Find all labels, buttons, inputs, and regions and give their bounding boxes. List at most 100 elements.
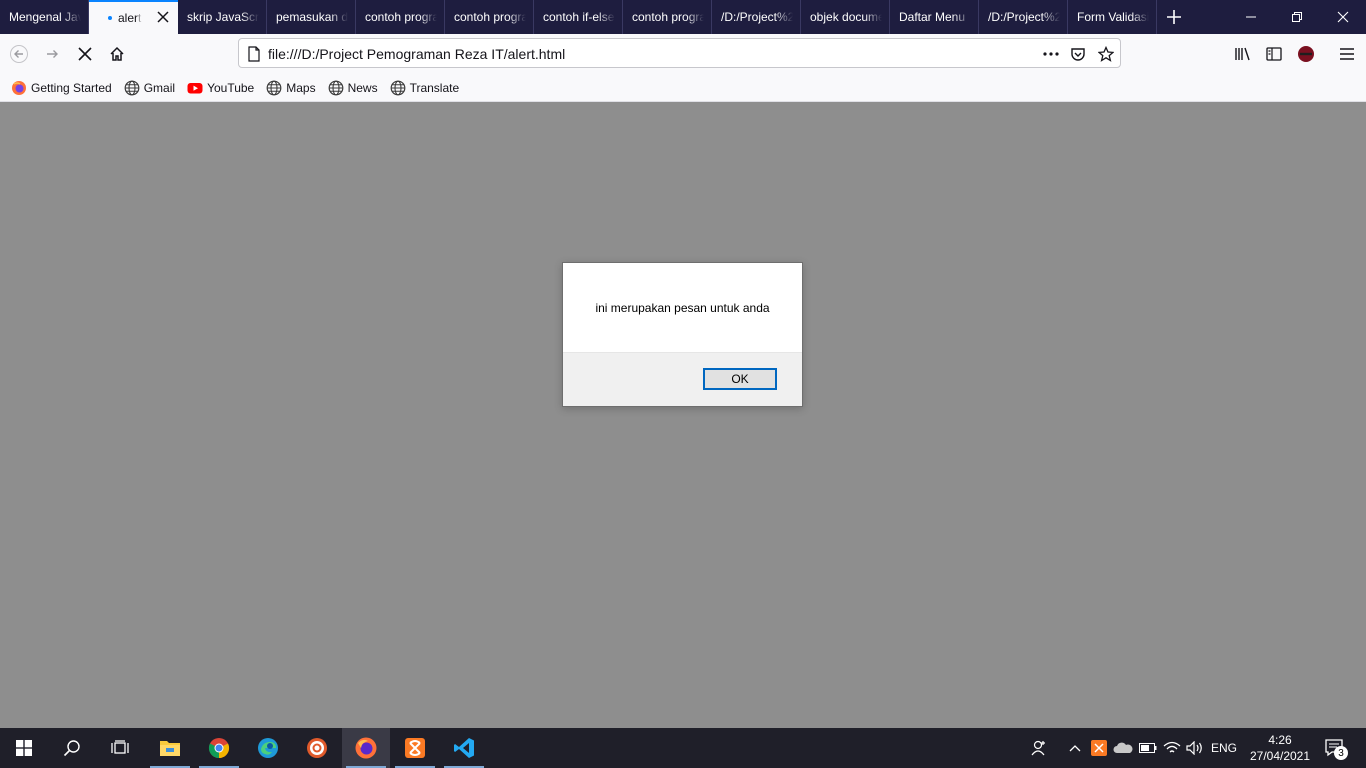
show-hidden-icons-chevron-icon[interactable]: [1066, 728, 1084, 768]
page-icon: [247, 46, 261, 67]
arrow-right-icon: [47, 50, 58, 58]
windows-taskbar: ENG 4:26 27/04/2021 3: [0, 728, 1366, 768]
bookmark-star-icon[interactable]: [1097, 45, 1115, 63]
tab-10[interactable]: Daftar Menu: [890, 0, 979, 34]
new-tab-button[interactable]: [1157, 0, 1191, 34]
tab-active[interactable]: alert: [89, 0, 178, 34]
tab-9[interactable]: objek document: [801, 0, 890, 34]
tab-3[interactable]: pemasukan data: [267, 0, 356, 34]
menu-button[interactable]: [1332, 39, 1362, 69]
url-text[interactable]: file:///D:/Project Pemograman Reza IT/al…: [268, 46, 565, 62]
tab-strip: Mengenal JavaScript alert skrip JavaScri…: [0, 0, 1366, 34]
search-icon: [63, 740, 80, 757]
tab-title: pemasukan data: [276, 10, 348, 24]
bookmark-news[interactable]: News: [328, 80, 378, 96]
tab-title: /D:/Project%20: [988, 10, 1060, 24]
sidebar-button[interactable]: [1259, 39, 1289, 69]
tab-title: /D:/Project%20: [721, 10, 793, 24]
avatar-icon: [1298, 46, 1314, 62]
tab-4[interactable]: contoh program: [356, 0, 445, 34]
wifi-icon[interactable]: [1162, 728, 1182, 768]
page-content-overlay: [0, 102, 1366, 728]
notification-count-badge: 3: [1334, 746, 1348, 760]
plus-icon: [1167, 10, 1181, 24]
bookmark-label: News: [347, 80, 378, 95]
volume-icon[interactable]: [1185, 728, 1205, 768]
edge-button[interactable]: [244, 728, 292, 768]
stop-button[interactable]: [70, 39, 100, 69]
bookmark-label: Gmail: [143, 80, 176, 95]
tab-12[interactable]: Form Validasi: [1068, 0, 1157, 34]
bookmark-translate[interactable]: Translate: [390, 80, 460, 96]
tab-title: objek document: [810, 10, 882, 24]
tab-title: skrip JavaScript: [187, 10, 259, 24]
xampp-tray-icon[interactable]: [1090, 728, 1108, 768]
start-button[interactable]: [0, 728, 48, 768]
library-icon: [1235, 47, 1250, 61]
close-icon: [1337, 11, 1349, 23]
chrome-button[interactable]: [195, 728, 243, 768]
xampp-button[interactable]: [391, 728, 439, 768]
chrome-icon: [208, 738, 230, 759]
globe-icon: [390, 80, 405, 95]
tab-title: alert: [118, 11, 142, 25]
tab-title: contoh program: [365, 10, 437, 24]
minimize-button[interactable]: [1228, 0, 1274, 34]
bookmark-label: Translate: [409, 80, 460, 95]
navigation-toolbar: file:///D:/Project Pemograman Reza IT/al…: [0, 34, 1366, 74]
battery-icon[interactable]: [1138, 728, 1158, 768]
bookmark-maps[interactable]: Maps: [266, 80, 316, 96]
address-bar[interactable]: file:///D:/Project Pemograman Reza IT/al…: [238, 38, 1121, 68]
bookmarks-toolbar: Getting Started Gmail YouTube Maps News …: [0, 74, 1366, 102]
tab-title: contoh program: [454, 10, 526, 24]
bookmark-youtube[interactable]: YouTube: [187, 80, 254, 96]
folder-icon: [160, 741, 180, 756]
tab-2[interactable]: skrip JavaScript: [178, 0, 267, 34]
globe-icon: [124, 80, 140, 95]
people-icon[interactable]: [1028, 728, 1050, 768]
tab-0[interactable]: Mengenal JavaScript: [0, 0, 89, 34]
alert-footer: OK: [563, 352, 802, 406]
back-button[interactable]: [4, 39, 34, 69]
hamburger-menu-icon: [1340, 48, 1354, 60]
chromium-button[interactable]: [293, 728, 341, 768]
clock-time: 4:26: [1268, 733, 1292, 747]
close-tab-icon[interactable]: [156, 10, 170, 24]
task-view-button[interactable]: [96, 728, 144, 768]
pocket-icon[interactable]: [1069, 45, 1087, 63]
file-explorer-button[interactable]: [146, 728, 194, 768]
youtube-icon: [187, 82, 203, 93]
action-center-button[interactable]: 3: [1320, 728, 1350, 768]
task-view-icon: [111, 740, 129, 754]
account-button[interactable]: [1291, 39, 1321, 69]
restore-button[interactable]: [1274, 0, 1320, 34]
ok-button[interactable]: OK: [703, 368, 777, 390]
loading-dot-icon: [108, 16, 112, 20]
home-button[interactable]: [102, 39, 132, 69]
forward-button[interactable]: [38, 39, 68, 69]
tab-7[interactable]: contoh program: [623, 0, 712, 34]
stop-x-icon: [78, 47, 92, 61]
xampp-icon: [405, 738, 425, 758]
bookmark-getting-started[interactable]: Getting Started: [11, 80, 112, 96]
tab-title: contoh if-else: [543, 10, 615, 24]
tab-8[interactable]: /D:/Project%20: [712, 0, 801, 34]
clock[interactable]: 4:26 27/04/2021: [1240, 732, 1320, 764]
search-button[interactable]: [48, 728, 96, 768]
tab-11[interactable]: /D:/Project%20: [979, 0, 1068, 34]
onedrive-icon[interactable]: [1113, 728, 1133, 768]
library-button[interactable]: [1228, 39, 1258, 69]
tab-title: contoh program: [632, 10, 704, 24]
close-window-button[interactable]: [1320, 0, 1366, 34]
firefox-icon: [12, 80, 26, 95]
bookmark-gmail[interactable]: Gmail: [124, 80, 175, 96]
bookmark-label: YouTube: [207, 80, 255, 95]
page-actions-icon[interactable]: [1042, 45, 1060, 63]
tab-6[interactable]: contoh if-else: [534, 0, 623, 34]
chromium-icon: [307, 738, 327, 758]
home-icon: [110, 46, 124, 61]
input-language[interactable]: ENG: [1208, 728, 1240, 768]
vscode-button[interactable]: [440, 728, 488, 768]
firefox-taskbar-button[interactable]: [342, 728, 390, 768]
tab-5[interactable]: contoh program: [445, 0, 534, 34]
